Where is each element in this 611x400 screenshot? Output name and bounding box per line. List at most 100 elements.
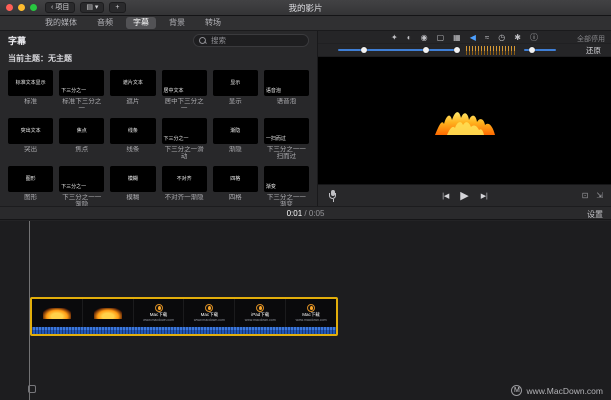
zoom-button[interactable] <box>30 4 37 11</box>
video-preview[interactable] <box>318 57 611 184</box>
title-style-thumbnail[interactable]: 标准文本显示 <box>8 70 53 96</box>
title-style-thumbnail[interactable]: 图形 <box>8 166 53 192</box>
title-style-label: 下三分之一一扫而过 <box>264 146 309 161</box>
settings-button[interactable]: 设置 <box>587 209 603 220</box>
title-style-thumbnail[interactable]: 居中文本 <box>162 70 207 96</box>
enhance-wand-icon[interactable]: ✦ <box>391 34 398 42</box>
clip-thumbnail[interactable]: Mac下载 www.macdown.com <box>184 299 235 327</box>
frame-url: www.macdown.com <box>143 319 174 323</box>
fullscreen-icon[interactable]: ⇲ <box>596 191 603 200</box>
title-style-thumbnail[interactable]: 下三分之一 <box>59 166 104 192</box>
clip-thumbnail[interactable] <box>32 299 83 327</box>
title-style-thumbnail[interactable]: 不对齐 <box>162 166 207 192</box>
title-style-item[interactable]: 突出文本 突出 <box>8 118 53 161</box>
title-style-item[interactable]: 模糊 模糊 <box>110 166 155 206</box>
crop-icon[interactable]: ▢ <box>437 34 445 42</box>
title-style-item[interactable]: 语音泡 语音泡 <box>264 70 309 113</box>
reset-button[interactable]: 还原 <box>586 45 603 56</box>
tab-audio[interactable]: 音频 <box>90 17 120 29</box>
title-style-item[interactable]: 线条 线条 <box>110 118 155 161</box>
clip-thumbnail[interactable]: Mac下载 www.macdown.com <box>286 299 336 327</box>
stabilization-icon[interactable]: ▦ <box>453 34 461 42</box>
tab-backgrounds[interactable]: 背景 <box>162 17 192 29</box>
minimize-button[interactable] <box>18 4 25 11</box>
fit-icon[interactable]: ⊡ <box>582 191 589 200</box>
title-style-thumbnail[interactable]: 线条 <box>110 118 155 144</box>
title-style-thumbnail[interactable]: 语音泡 <box>264 70 309 96</box>
info-icon[interactable]: ⓘ <box>530 34 538 42</box>
play-button[interactable]: ▶ <box>460 189 468 202</box>
title-style-item[interactable]: 居中文本 居中下三分之一 <box>162 70 207 113</box>
disable-all-label[interactable]: 全部停用 <box>577 34 605 44</box>
pan-knob[interactable] <box>529 47 535 53</box>
clip-audio-waveform[interactable] <box>32 327 336 334</box>
title-style-item[interactable]: 下三分之一 标准下三分之一 <box>59 70 104 113</box>
title-style-item[interactable]: 标准文本显示 标准 <box>8 70 53 113</box>
title-style-item[interactable]: 下三分之一 下三分之一一渐隐 <box>59 166 104 206</box>
title-style-thumbnail[interactable]: 突出文本 <box>8 118 53 144</box>
chevron-left-icon: ‹ <box>51 4 53 11</box>
add-button[interactable]: + <box>109 2 125 13</box>
title-style-thumbnail[interactable]: 一扫而过 <box>264 118 309 144</box>
title-style-label: 下三分之一一渐隐 <box>59 194 104 206</box>
clip-thumbnail[interactable]: Mac下载 www.macdown.com <box>134 299 185 327</box>
speed-icon[interactable]: ◷ <box>498 34 505 42</box>
timeline-corner-icon[interactable] <box>28 385 36 393</box>
noise-reduction-icon[interactable]: ≈ <box>485 34 489 42</box>
effects-icon[interactable]: ✱ <box>514 34 521 42</box>
microphone-icon[interactable] <box>328 190 337 202</box>
tab-titles[interactable]: 字幕 <box>126 17 156 29</box>
volume-knob[interactable] <box>454 47 460 53</box>
search-field[interactable] <box>193 34 309 47</box>
volume-icon[interactable]: ◀ <box>470 34 476 42</box>
title-style-item[interactable]: 焦点 焦点 <box>59 118 104 161</box>
title-style-item[interactable]: 渐变 下三分之一一渐变 <box>264 166 309 206</box>
search-input[interactable] <box>211 36 303 45</box>
color-balance-icon[interactable]: ◐ <box>407 34 412 42</box>
pan-slider[interactable] <box>524 49 556 51</box>
title-style-item[interactable]: 下三分之一 下三分之一滑动 <box>162 118 207 161</box>
volume-slider[interactable] <box>338 49 458 51</box>
previous-frame-button[interactable]: ∣◀ <box>441 192 448 200</box>
title-style-item[interactable]: 图形 图形 <box>8 166 53 206</box>
title-style-item[interactable]: 一扫而过 下三分之一一扫而过 <box>264 118 309 161</box>
media-browser-icon: ▤ ▾ <box>86 4 98 11</box>
title-style-item[interactable]: 四格 四格 <box>213 166 258 206</box>
title-style-thumbnail[interactable]: 渐变 <box>264 166 309 192</box>
title-style-thumbnail[interactable]: 模糊 <box>110 166 155 192</box>
viewer-panel: ✦ ◐ ◉ ▢ ▦ ◀ ≈ ◷ ✱ ⓘ <box>318 31 611 206</box>
timeline[interactable]: Mac下载 www.macdown.com Mac下载 www.macdown.… <box>0 221 611 400</box>
tab-transitions[interactable]: 转场 <box>198 17 228 29</box>
title-style-thumbnail[interactable]: 遮片文本 <box>110 70 155 96</box>
title-style-item[interactable]: 不对齐 不对齐一渐隐 <box>162 166 207 206</box>
clip-thumbnail[interactable] <box>83 299 134 327</box>
title-style-item[interactable]: 渐隐 渐隐 <box>213 118 258 161</box>
flame-graphic <box>433 109 497 137</box>
back-to-projects-button[interactable]: ‹ 项目 <box>45 2 75 13</box>
next-frame-button[interactable]: ▶∣ <box>481 192 488 200</box>
color-correction-icon[interactable]: ◉ <box>421 34 428 42</box>
selected-clip[interactable]: Mac下载 www.macdown.com Mac下载 www.macdown.… <box>30 297 338 336</box>
titles-grid: 标准文本显示 标准 下三分之一 标准下三分之一 遮片文本 <box>0 64 317 206</box>
title-style-item[interactable]: 显示 显示 <box>213 70 258 113</box>
title-style-label: 模糊 <box>110 194 155 206</box>
flame-frame <box>94 308 122 319</box>
volume-knob[interactable] <box>423 47 429 53</box>
title-style-thumbnail[interactable]: 下三分之一 <box>162 118 207 144</box>
title-style-thumbnail[interactable]: 焦点 <box>59 118 104 144</box>
title-style-thumbnail[interactable]: 显示 <box>213 70 258 96</box>
media-browser-button[interactable]: ▤ ▾ <box>80 2 104 13</box>
title-style-thumbnail[interactable]: 下三分之一 <box>59 70 104 96</box>
volume-knob[interactable] <box>361 47 367 53</box>
tab-my-media[interactable]: 我的媒体 <box>38 17 84 29</box>
watermark: M www.MacDown.com <box>511 385 603 396</box>
plus-icon: + <box>115 4 119 11</box>
audio-waveform[interactable] <box>466 46 516 55</box>
title-style-preview-text: 四格 <box>230 176 240 182</box>
title-style-item[interactable]: 遮片文本 遮片 <box>110 70 155 113</box>
close-button[interactable] <box>6 4 13 11</box>
clip-thumbnail[interactable]: iPad下载 www.macdown.com <box>235 299 286 327</box>
title-style-thumbnail[interactable]: 渐隐 <box>213 118 258 144</box>
title-style-thumbnail[interactable]: 四格 <box>213 166 258 192</box>
title-style-label: 图形 <box>8 194 53 206</box>
